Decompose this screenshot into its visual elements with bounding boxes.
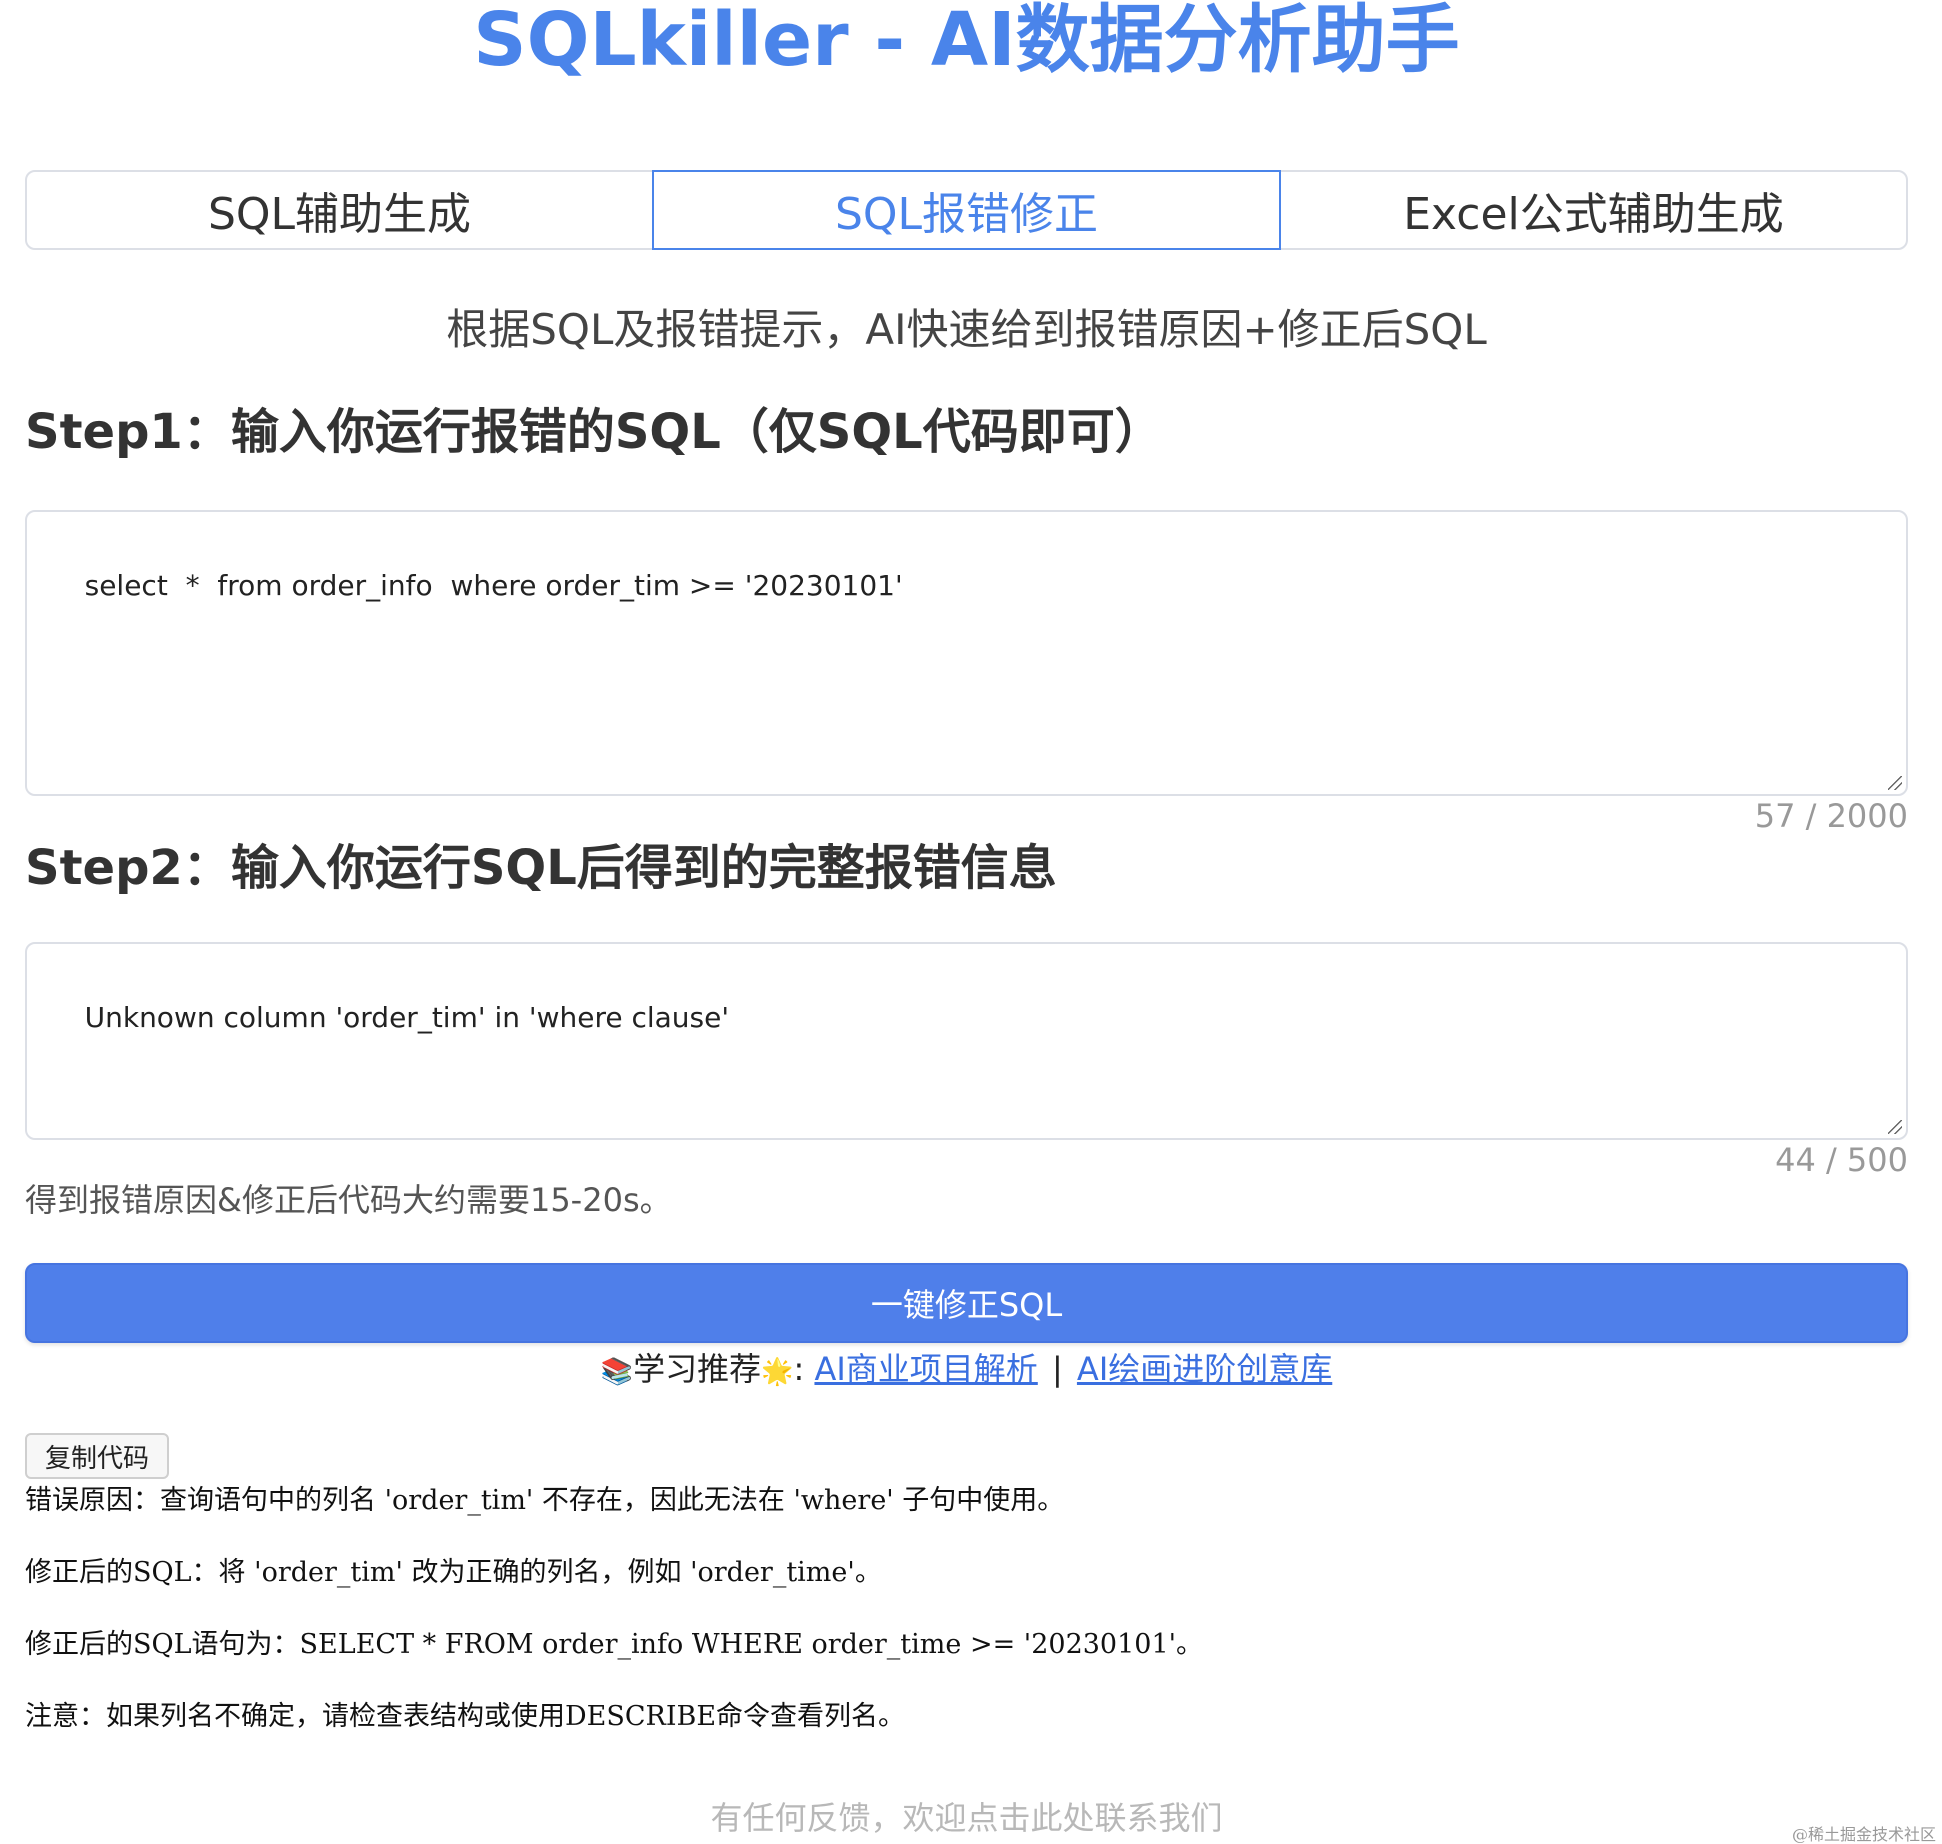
result-fix-description: 修正后的SQL：将 'order_tim' 改为正确的列名，例如 'order_… <box>25 1557 882 1588</box>
result-error-reason: 错误原因：查询语句中的列名 'order_tim' 不存在，因此无法在 'whe… <box>25 1485 1065 1516</box>
link-ai-painting-library[interactable]: AI绘画进阶创意库 <box>1077 1350 1332 1388</box>
copy-code-button[interactable]: 复制代码 <box>25 1433 169 1479</box>
page-subtitle: 根据SQL及报错提示，AI快速给到报错原因+修正后SQL <box>446 305 1487 354</box>
site-watermark: @稀土掘金技术社区 <box>1791 1825 1936 1844</box>
mode-tabs: SQL辅助生成 SQL报错修正 Excel公式辅助生成 <box>25 170 1908 250</box>
error-message-value: Unknown column 'order_tim' in 'where cla… <box>84 1001 730 1034</box>
glowing-star-icon: 🌟 <box>761 1357 794 1387</box>
resize-grip-icon[interactable] <box>1888 776 1902 790</box>
tab-sql-generate[interactable]: SQL辅助生成 <box>27 172 652 248</box>
resize-grip-icon[interactable] <box>1888 1120 1902 1134</box>
result-note: 注意：如果列名不确定，请检查表结构或使用DESCRIBE命令查看列名。 <box>25 1701 906 1732</box>
timing-hint: 得到报错原因&修正后代码大约需要15-20s。 <box>25 1181 672 1219</box>
step1-heading: Step1：输入你运行报错的SQL（仅SQL代码即可） <box>25 404 1163 460</box>
step2-heading: Step2：输入你运行SQL后得到的完整报错信息 <box>25 840 1057 896</box>
tab-excel-formula[interactable]: Excel公式辅助生成 <box>1281 172 1906 248</box>
sql-input-value: select * from order_info where order_tim… <box>84 569 903 602</box>
link-separator: | <box>1051 1350 1063 1388</box>
error-message-counter: 44 / 500 <box>1775 1141 1908 1179</box>
result-fixed-sql: 修正后的SQL语句为：SELECT * FROM order_info WHER… <box>25 1629 1204 1660</box>
books-icon: 📚 <box>600 1357 634 1387</box>
error-message-input[interactable]: Unknown column 'order_tim' in 'where cla… <box>25 942 1908 1140</box>
learn-colon: : <box>793 1350 805 1388</box>
learning-recommendations: 📚学习推荐🌟: AI商业项目解析 | AI绘画进阶创意库 <box>25 1343 1908 1398</box>
fix-sql-button[interactable]: 一键修正SQL <box>25 1263 1908 1343</box>
learn-label: 学习推荐 <box>633 1350 762 1388</box>
link-ai-business-projects[interactable]: AI商业项目解析 <box>814 1350 1037 1388</box>
sql-input[interactable]: select * from order_info where order_tim… <box>25 510 1908 796</box>
sql-input-counter: 57 / 2000 <box>1754 797 1908 835</box>
page-title: SQLkiller - AI数据分析助手 <box>473 0 1460 83</box>
tab-sql-error-fix[interactable]: SQL报错修正 <box>652 170 1281 250</box>
feedback-link[interactable]: 有任何反馈，欢迎点击此处联系我们 <box>25 1796 1908 1840</box>
